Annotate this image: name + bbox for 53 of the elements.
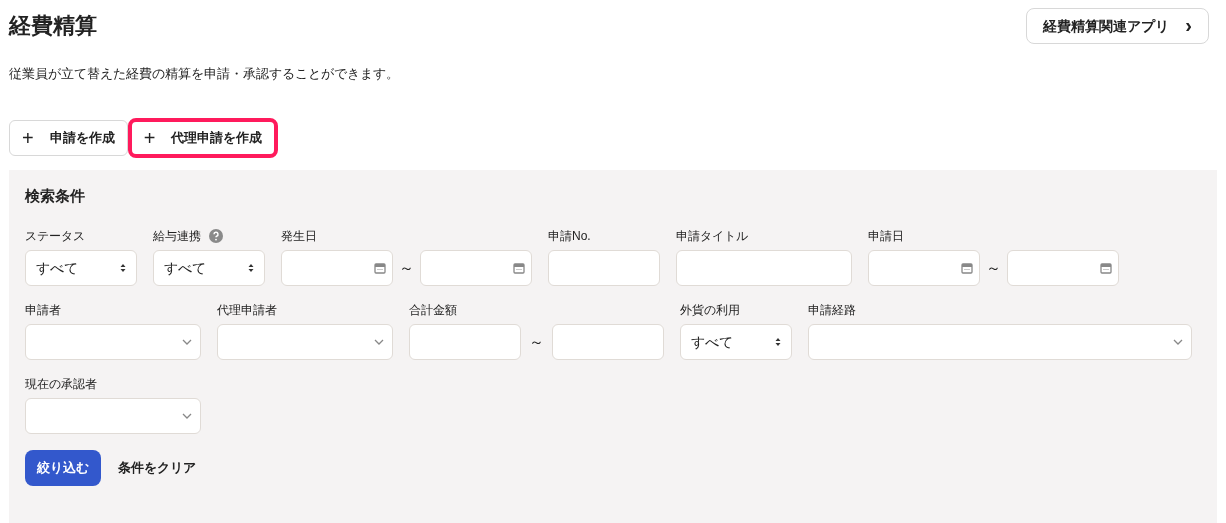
sort-caret-icon bbox=[775, 337, 781, 347]
chevron-icon: › bbox=[1185, 15, 1192, 35]
chevron-down-icon bbox=[182, 339, 192, 345]
field-label: 申請経路 bbox=[808, 302, 856, 319]
combo-field[interactable] bbox=[25, 324, 201, 360]
page-title: 経費精算 bbox=[9, 12, 97, 40]
input-field[interactable] bbox=[548, 250, 660, 286]
date-field[interactable] bbox=[868, 250, 980, 286]
page-description: 従業員が立て替えた経費の精算を申請・承認することができます。 bbox=[9, 65, 400, 83]
select-field[interactable]: すべて bbox=[25, 250, 137, 286]
range-separator: ～ bbox=[399, 257, 414, 278]
select-field[interactable]: すべて bbox=[153, 250, 265, 286]
calendar-icon bbox=[374, 262, 386, 274]
plus-icon: + bbox=[22, 128, 34, 148]
field-label: 申請者 bbox=[25, 302, 61, 319]
related-apps-button[interactable]: 経費精算関連アプリ › bbox=[1026, 8, 1209, 44]
create-button[interactable]: + 申請を作成 bbox=[9, 120, 128, 156]
date-field[interactable] bbox=[281, 250, 393, 286]
date-field[interactable] bbox=[1007, 250, 1119, 286]
field-label: 申請日 bbox=[868, 228, 904, 245]
field-label: 申請タイトル bbox=[676, 228, 748, 245]
create-button[interactable]: + 代理申請を作成 bbox=[127, 118, 279, 158]
clear-link[interactable]: 条件をクリア bbox=[118, 450, 196, 486]
plus-icon: + bbox=[143, 128, 156, 148]
field-label: ステータス bbox=[25, 228, 85, 245]
date-field[interactable] bbox=[420, 250, 532, 286]
sort-caret-icon bbox=[120, 263, 126, 273]
section-title: 検索条件 bbox=[25, 186, 86, 206]
calendar-icon bbox=[1100, 262, 1112, 274]
combo-field[interactable] bbox=[808, 324, 1192, 360]
combo-field[interactable] bbox=[217, 324, 393, 360]
input-field[interactable] bbox=[676, 250, 852, 286]
help-icon[interactable] bbox=[209, 229, 223, 243]
field-label: 給与連携 bbox=[153, 228, 201, 245]
range-separator: ～ bbox=[986, 257, 1001, 278]
input-field[interactable] bbox=[409, 324, 521, 360]
input-field[interactable] bbox=[552, 324, 664, 360]
field-label: 現在の承認者 bbox=[25, 376, 97, 393]
chevron-down-icon bbox=[1173, 339, 1183, 345]
range-separator: ～ bbox=[529, 331, 544, 352]
field-label: 代理申請者 bbox=[217, 302, 277, 319]
chevron-down-icon bbox=[182, 413, 192, 419]
field-label: 発生日 bbox=[281, 228, 317, 245]
chevron-down-icon bbox=[374, 339, 384, 345]
field-label: 合計金額 bbox=[409, 302, 457, 319]
calendar-icon bbox=[513, 262, 525, 274]
select-field[interactable]: すべて bbox=[680, 324, 792, 360]
field-label: 申請No. bbox=[548, 228, 591, 245]
combo-field[interactable] bbox=[25, 398, 201, 434]
filter-button[interactable]: 絞り込む bbox=[25, 450, 101, 486]
calendar-icon bbox=[961, 262, 973, 274]
sort-caret-icon bbox=[248, 263, 254, 273]
field-label: 外貨の利用 bbox=[680, 302, 740, 319]
